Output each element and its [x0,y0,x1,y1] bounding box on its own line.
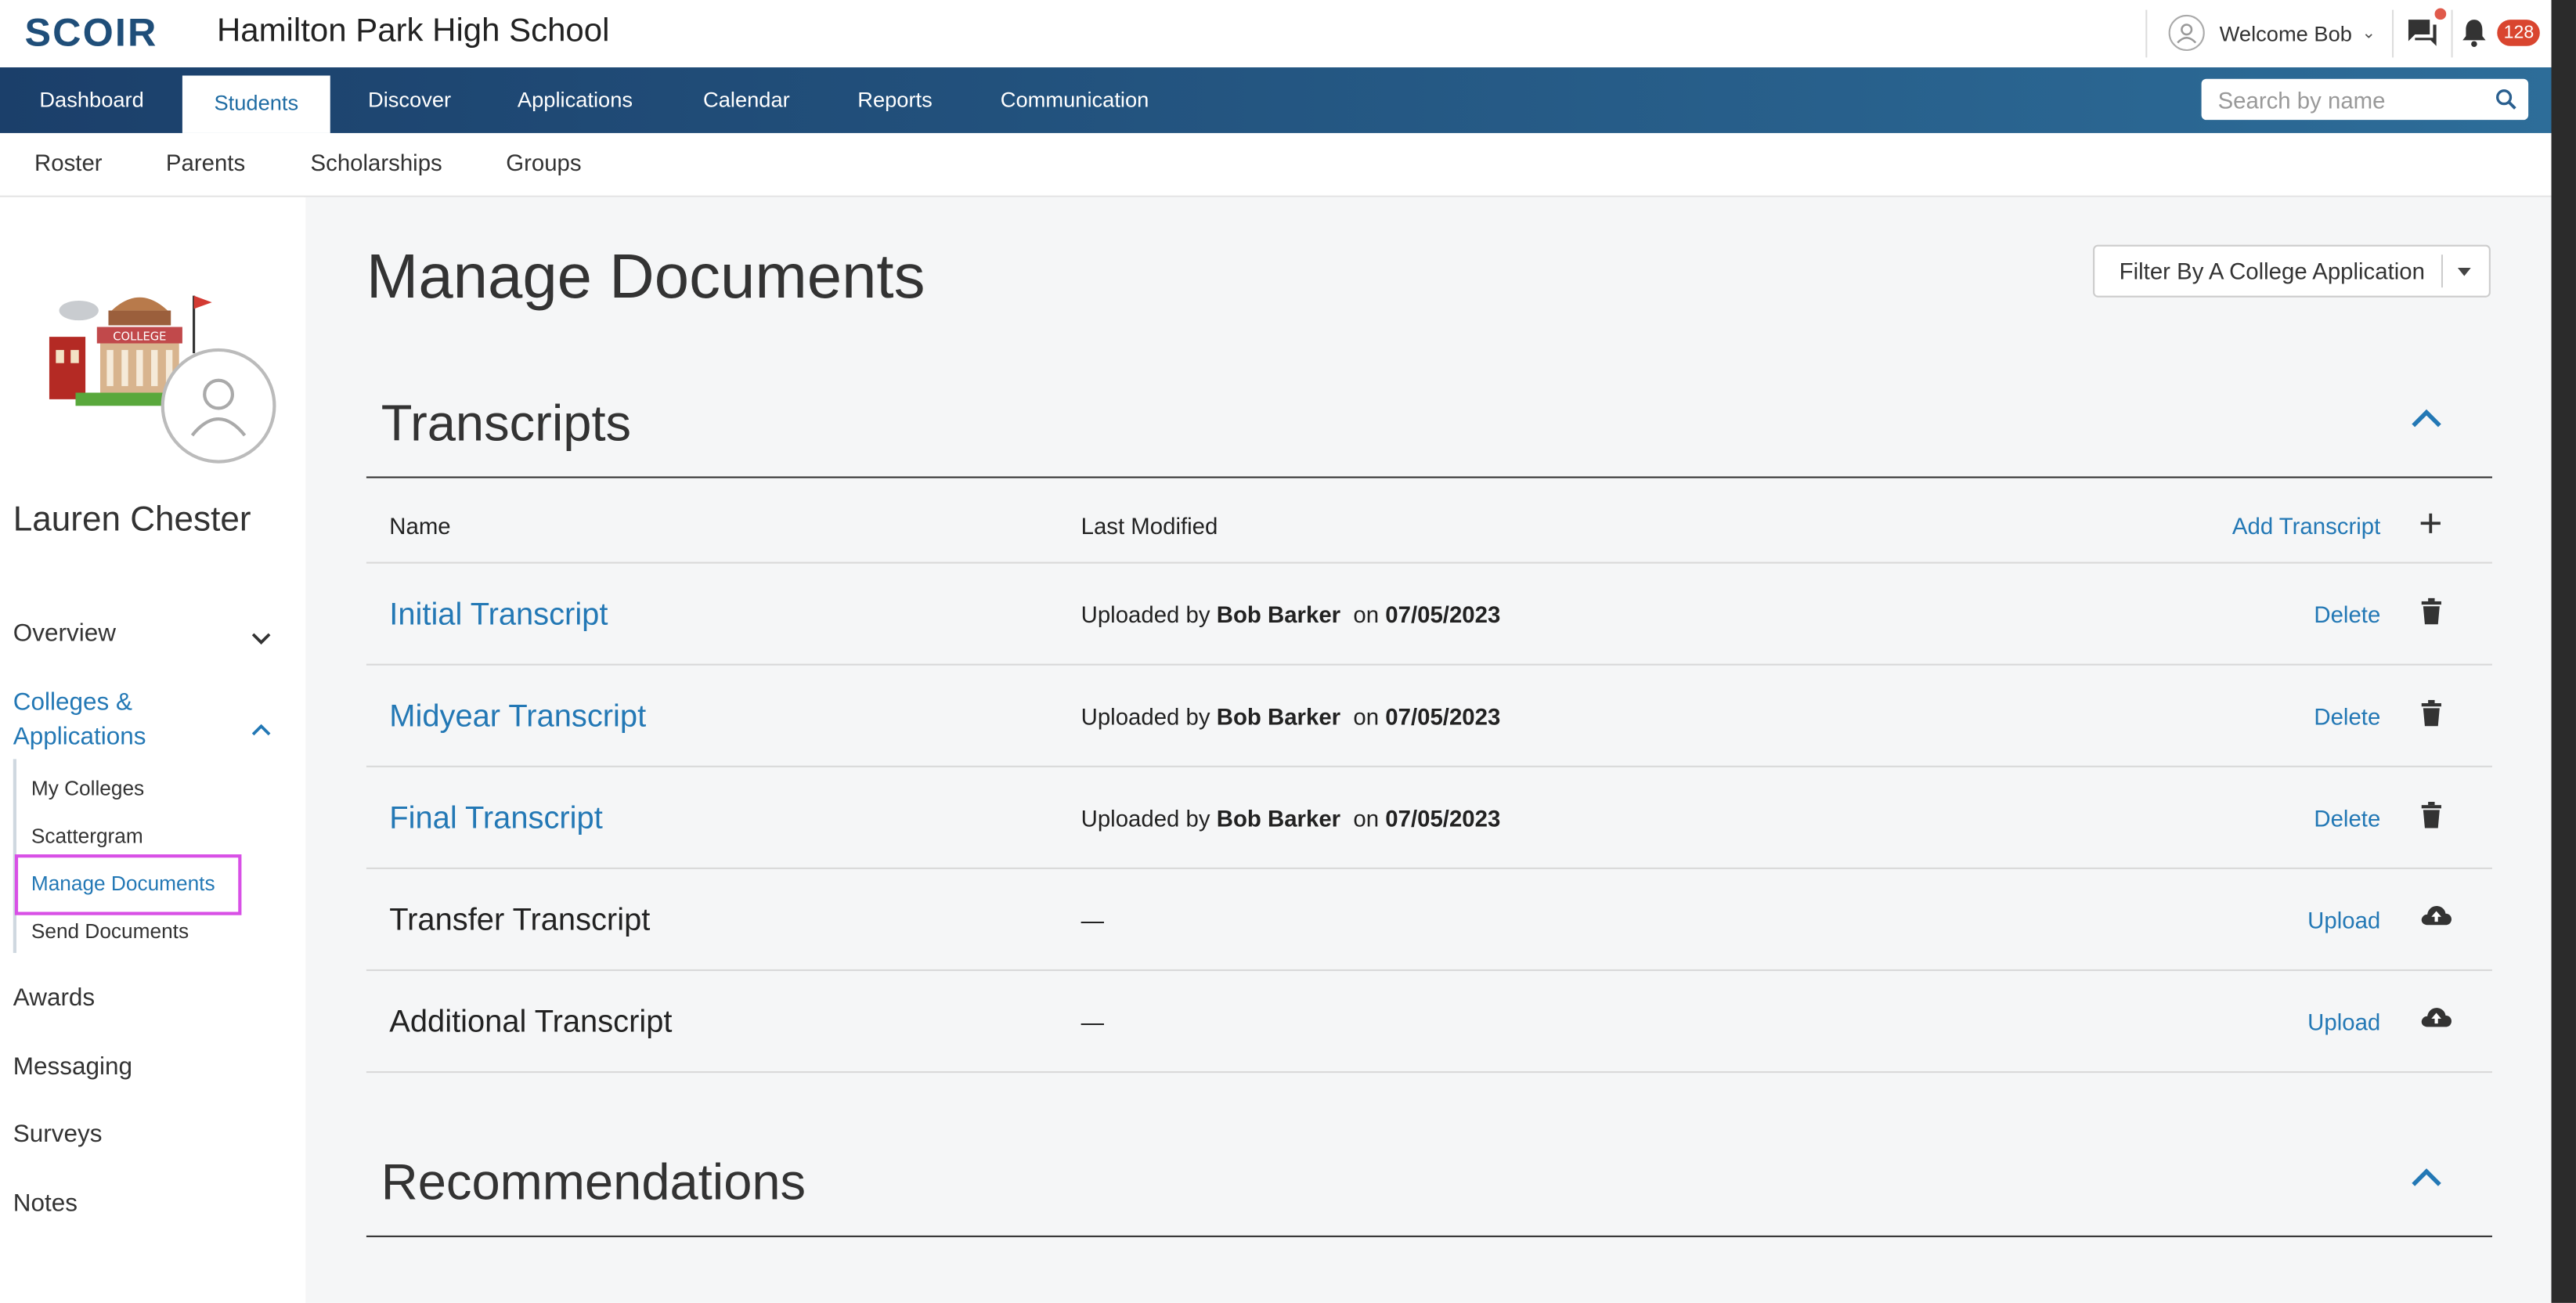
subnav-roster[interactable]: Roster [34,150,103,176]
student-sidebar: COLLEGE Lauren Chester Overview Colleges… [0,197,305,1303]
search-input[interactable] [2217,86,2481,113]
sidebar-item-notes[interactable]: Notes [13,1189,78,1218]
last-modified: Uploaded by Bob Barker on 07/05/2023 [1081,805,1501,832]
filter-label: Filter By A College Application [2119,258,2425,284]
chevron-up-icon[interactable] [251,715,271,745]
sidebar-item-surveys[interactable]: Surveys [13,1121,103,1149]
tab-dashboard[interactable]: Dashboard [39,67,143,133]
transcripts-heading: Transcripts [381,394,632,453]
chevron-down-icon[interactable] [251,624,271,654]
cloud-upload-icon[interactable] [2420,1005,2453,1037]
delete-link[interactable]: Delete [2314,805,2380,832]
table-row: Additional Transcript — Upload [366,971,2492,1074]
subnav-groups[interactable]: Groups [506,150,581,176]
table-row: Initial Transcript Uploaded by Bob Barke… [366,564,2492,666]
chevron-up-icon[interactable] [2410,1167,2443,1197]
notification-badge[interactable]: 128 [2497,20,2541,46]
scoir-logo[interactable]: SCOIR [24,12,157,58]
section-divider [366,1235,2492,1237]
add-transcript-link[interactable]: Add Transcript [2232,513,2380,540]
last-modified: — [1081,907,1104,933]
user-icon [2168,14,2205,52]
avatar[interactable] [161,348,276,464]
chevron-down-icon: ⌄ [2361,23,2376,42]
subnav-parents[interactable]: Parents [166,150,245,176]
recommendations-heading: Recommendations [381,1153,806,1211]
upload-link[interactable]: Upload [2307,1009,2380,1035]
sidebar-item-awards[interactable]: Awards [13,984,95,1012]
search-icon[interactable] [2495,88,2516,118]
chat-icon[interactable] [2407,16,2438,56]
last-modified: Uploaded by Bob Barker on 07/05/2023 [1081,601,1501,628]
subnav-scholarships[interactable]: Scholarships [311,150,442,176]
college-application-filter[interactable]: Filter By A College Application [2093,244,2491,298]
last-modified: Uploaded by Bob Barker on 07/05/2023 [1081,703,1501,730]
page-title: Manage Documents [366,243,925,312]
sidebar-subitem-my-colleges[interactable]: My Colleges [31,777,144,799]
column-last-modified: Last Modified [1081,512,1218,540]
transcript-name: Additional Transcript [389,1005,673,1041]
tab-discover[interactable]: Discover [368,67,451,133]
delete-link[interactable]: Delete [2314,703,2380,730]
welcome-label: Welcome Bob [2219,20,2352,45]
sidebar-subitem-scattergram[interactable]: Scattergram [31,825,143,847]
tab-students[interactable]: Students [182,75,330,133]
divider [2391,9,2394,58]
tab-communication[interactable]: Communication [1001,67,1149,133]
top-bar: SCOIR Hamilton Park High School Welcome … [0,0,2576,68]
trash-icon[interactable] [2420,597,2443,633]
trash-icon[interactable] [2420,699,2443,735]
upload-link[interactable]: Upload [2307,907,2380,933]
main-nav: Dashboard Students Discover Applications… [0,67,2552,133]
user-menu[interactable]: Welcome Bob ⌄ [2168,13,2376,52]
adjacent-window-edge [2551,0,2576,1303]
table-row: Transfer Transcript — Upload [366,869,2492,972]
sidebar-item-colleges-line1[interactable]: Colleges & [13,688,132,716]
transcript-name-link[interactable]: Final Transcript [389,802,603,838]
divider [2451,9,2453,58]
trash-icon[interactable] [2420,801,2443,836]
sub-nav: Roster Parents Scholarships Groups [0,132,2552,197]
divider [2145,9,2148,58]
school-name: Hamilton Park High School [216,13,610,49]
sidebar-item-overview[interactable]: Overview [13,619,116,648]
transcript-name-link[interactable]: Midyear Transcript [389,700,646,736]
caret-down-icon[interactable] [2457,268,2471,276]
plus-icon[interactable] [2420,513,2441,540]
chat-unread-dot [2434,8,2447,20]
transcript-name-link[interactable]: Initial Transcript [389,598,608,634]
cloud-upload-icon[interactable] [2420,904,2453,935]
filter-divider [2441,254,2444,288]
search-box [2201,78,2529,121]
last-modified: — [1081,1009,1104,1035]
table-row: Final Transcript Uploaded by Bob Barker … [366,767,2492,869]
sidebar-subitem-send-documents[interactable]: Send Documents [31,920,189,943]
tab-reports[interactable]: Reports [857,67,933,133]
student-name: Lauren Chester [13,500,251,540]
column-name: Name [389,512,451,540]
main-content: Manage Documents Filter By A College App… [305,197,2552,1303]
table-row: Midyear Transcript Uploaded by Bob Barke… [366,666,2492,767]
transcript-name: Transfer Transcript [389,904,651,939]
tab-applications[interactable]: Applications [518,67,633,133]
svg-text:COLLEGE: COLLEGE [113,330,166,343]
chevron-up-icon[interactable] [2410,407,2443,437]
selection-highlight [14,854,242,915]
transcripts-table-header: Name Last Modified Add Transcript [366,478,2492,564]
bell-icon[interactable] [2461,18,2488,56]
sidebar-item-messaging[interactable]: Messaging [13,1053,132,1081]
sidebar-item-colleges-line2[interactable]: Applications [13,723,146,751]
delete-link[interactable]: Delete [2314,601,2380,628]
tab-calendar[interactable]: Calendar [703,67,790,133]
